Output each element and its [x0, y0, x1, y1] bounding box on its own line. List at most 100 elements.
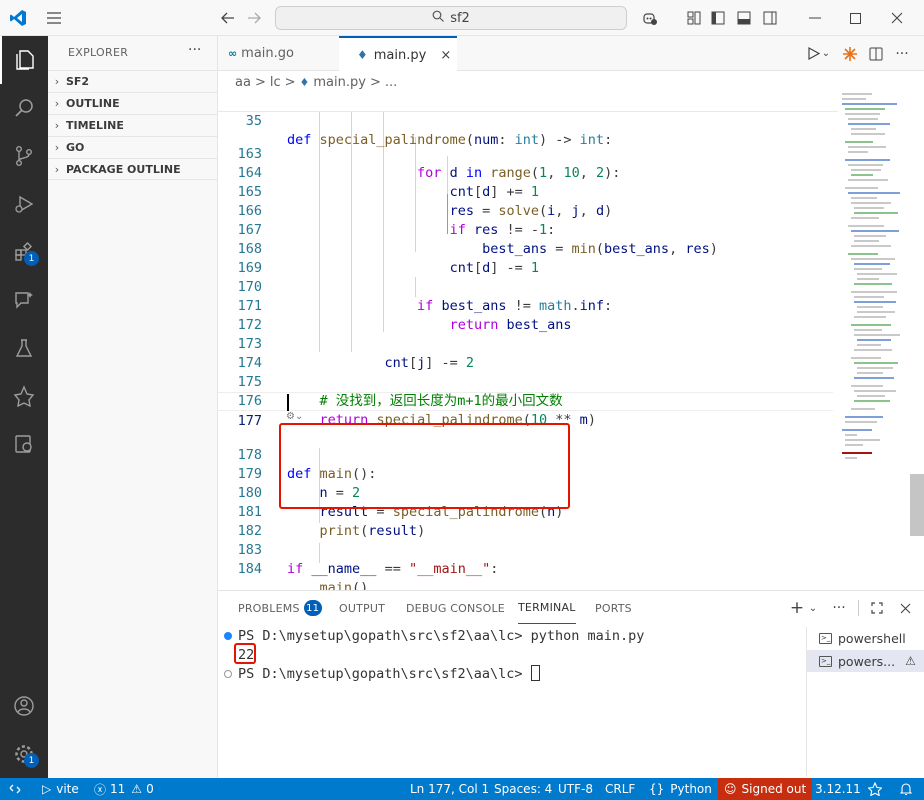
current-line[interactable]: 177 — [218, 392, 833, 429]
breadcrumb-folder[interactable]: lc — [270, 75, 281, 90]
maximize-panel-icon[interactable] — [866, 591, 888, 625]
run-dropdown-chevron-icon[interactable]: ⌄ — [818, 36, 834, 71]
tab-output[interactable]: OUTPUT — [339, 591, 385, 625]
terminal-dropdown-chevron-icon[interactable]: ⌄ — [806, 591, 820, 625]
code-line[interactable]: 175 # 没找到，返回长度为m+1的最小回文数 — [218, 354, 838, 409]
section-package-outline[interactable]: › PACKAGE OUTLINE — [48, 158, 218, 180]
sticky-scroll-line[interactable]: 35 def special_palindrome(num: int) -> i… — [218, 93, 838, 148]
code-line[interactable]: 173 cnt[j] -= 2 — [218, 316, 838, 371]
highlight-box-output — [234, 643, 256, 664]
notifications-bell-icon[interactable] — [900, 778, 912, 800]
editor-scrollbar-thumb[interactable] — [910, 474, 924, 536]
terminal-item-powershell[interactable]: >_ powershell — [807, 627, 924, 649]
tab-main-go[interactable]: ∞ main.go — [218, 36, 338, 71]
problems-status[interactable]: ⓧ 11 ⚠ 0 — [94, 778, 154, 800]
split-editor-icon[interactable] — [864, 36, 888, 71]
more-actions-icon[interactable]: ··· — [828, 591, 850, 625]
search-view-icon[interactable] — [0, 84, 48, 132]
new-terminal-plus-icon[interactable]: + — [788, 591, 806, 625]
lightbulb-code-action-icon[interactable]: ⚙⌄ — [286, 411, 303, 422]
code-line[interactable]: 170 if best_ans != math.inf: — [218, 259, 838, 314]
indentation-status[interactable]: Spaces: 4 — [494, 778, 552, 800]
docker-icon[interactable] — [0, 420, 48, 468]
explorer-sidebar: EXPLORER ··· › SF2 › OUTLINE › TIMELINE › GO… — [48, 36, 218, 778]
tab-main-py[interactable]: ♦ main.py × — [339, 36, 457, 72]
account-icon[interactable] — [0, 682, 48, 730]
remote-explorer-icon[interactable] — [0, 372, 48, 420]
code-line[interactable]: 171 return best_ans — [218, 278, 838, 333]
cursor-position[interactable]: Ln 177, Col 1 — [410, 778, 489, 800]
section-go[interactable]: › GO — [48, 136, 218, 158]
breadcrumb-folder[interactable]: aa — [235, 75, 251, 90]
code-line[interactable]: 184 main() — [218, 541, 838, 590]
extensions-icon[interactable]: 1 — [0, 228, 48, 276]
close-panel-icon[interactable] — [894, 591, 916, 625]
section-sf2[interactable]: › SF2 — [48, 70, 218, 92]
python-interpreter[interactable]: 3.12.11 — [815, 778, 861, 800]
line-number: 184 — [237, 561, 262, 577]
code-line[interactable]: 172 — [218, 297, 838, 333]
copilot-icon: ☺ — [724, 782, 737, 796]
tab-ports[interactable]: PORTS — [595, 591, 632, 625]
warning-count: 0 — [146, 782, 154, 796]
source-control-icon[interactable] — [0, 132, 48, 180]
toggle-panel-icon[interactable] — [734, 0, 754, 36]
section-timeline[interactable]: › TIMELINE — [48, 114, 218, 136]
minimap[interactable] — [840, 93, 910, 473]
eol-status[interactable]: CRLF — [605, 778, 635, 800]
tab-label: DEBUG CONSOLE — [406, 601, 505, 615]
breadcrumb-file[interactable]: main.py — [313, 75, 366, 90]
toggle-secondary-sidebar-icon[interactable] — [760, 0, 780, 36]
close-tab-icon[interactable]: × — [440, 48, 451, 63]
language-mode[interactable]: {} Python — [649, 778, 712, 800]
code-editor[interactable]: 35 def special_palindrome(num: int) -> i… — [218, 93, 924, 590]
chat-icon[interactable] — [0, 276, 48, 324]
tab-label: PORTS — [595, 601, 632, 615]
breadcrumb-separator: > — [369, 74, 381, 90]
terminal-label: powers... — [838, 653, 896, 669]
copilot-icon[interactable] — [640, 0, 660, 36]
code-line[interactable]: 183 if __name__ == "__main__": — [218, 522, 838, 577]
explorer-title: EXPLORER — [68, 46, 129, 59]
tab-debug-console[interactable]: DEBUG CONSOLE — [406, 591, 505, 625]
menu-icon[interactable] — [44, 0, 64, 36]
explorer-icon[interactable] — [0, 36, 48, 84]
code-line[interactable]: 165 res = solve(i, j, d) — [218, 164, 838, 219]
testing-flask-icon[interactable] — [0, 324, 48, 372]
search-text: sf2 — [450, 10, 470, 26]
code-text: if __name__ == "__main__": — [287, 561, 499, 577]
remote-indicator-icon[interactable] — [0, 778, 30, 800]
code-line[interactable]: 167 best_ans = min(best_ans, res) — [218, 202, 838, 257]
encoding-status[interactable]: UTF-8 — [558, 778, 593, 800]
command-center-search[interactable]: sf2 — [275, 6, 627, 30]
code-line[interactable]: 169 — [218, 240, 838, 276]
toggle-primary-sidebar-icon[interactable] — [708, 0, 728, 36]
terminal-item-powershell-active[interactable]: >_ powers... ⚠ — [807, 650, 924, 672]
back-arrow-icon[interactable] — [218, 0, 238, 36]
maximize-icon[interactable] — [840, 0, 870, 36]
sparkle-icon[interactable] — [838, 36, 862, 71]
tab-terminal[interactable]: TERMINAL — [518, 591, 576, 624]
close-window-icon[interactable] — [882, 0, 912, 36]
code-line[interactable]: 166 if res != -1: — [218, 183, 838, 238]
more-actions-icon[interactable]: ··· — [188, 42, 201, 58]
run-debug-icon[interactable] — [0, 180, 48, 228]
minimize-icon[interactable] — [800, 0, 830, 36]
more-editor-actions-icon[interactable]: ··· — [890, 36, 914, 71]
code-line[interactable]: 168 cnt[d] -= 1 — [218, 221, 838, 276]
section-label: OUTLINE — [66, 97, 120, 110]
branch-status[interactable]: ▷ vite — [42, 778, 79, 800]
code-line[interactable]: 176 return special_palindrome(10 ** m) — [218, 373, 838, 428]
prompt-text: PS D:\mysetup\gopath\src\sf2\aa\lc> — [238, 666, 531, 682]
breadcrumb-symbol[interactable]: ... — [385, 75, 397, 90]
code-line[interactable]: 174 — [218, 335, 838, 371]
terminal[interactable]: PS D:\mysetup\gopath\src\sf2\aa\lc> pyth… — [218, 627, 793, 777]
remote-explorer-status-icon[interactable] — [868, 778, 882, 800]
error-count: 11 — [110, 782, 126, 796]
tab-problems[interactable]: PROBLEMS 11 — [238, 591, 322, 625]
copilot-status[interactable]: ☺ Signed out — [718, 778, 813, 800]
settings-gear-icon[interactable]: 1 — [0, 730, 48, 778]
customize-layout-icon[interactable] — [684, 0, 704, 36]
section-outline[interactable]: › OUTLINE — [48, 92, 218, 114]
forward-arrow-icon[interactable] — [244, 0, 264, 36]
